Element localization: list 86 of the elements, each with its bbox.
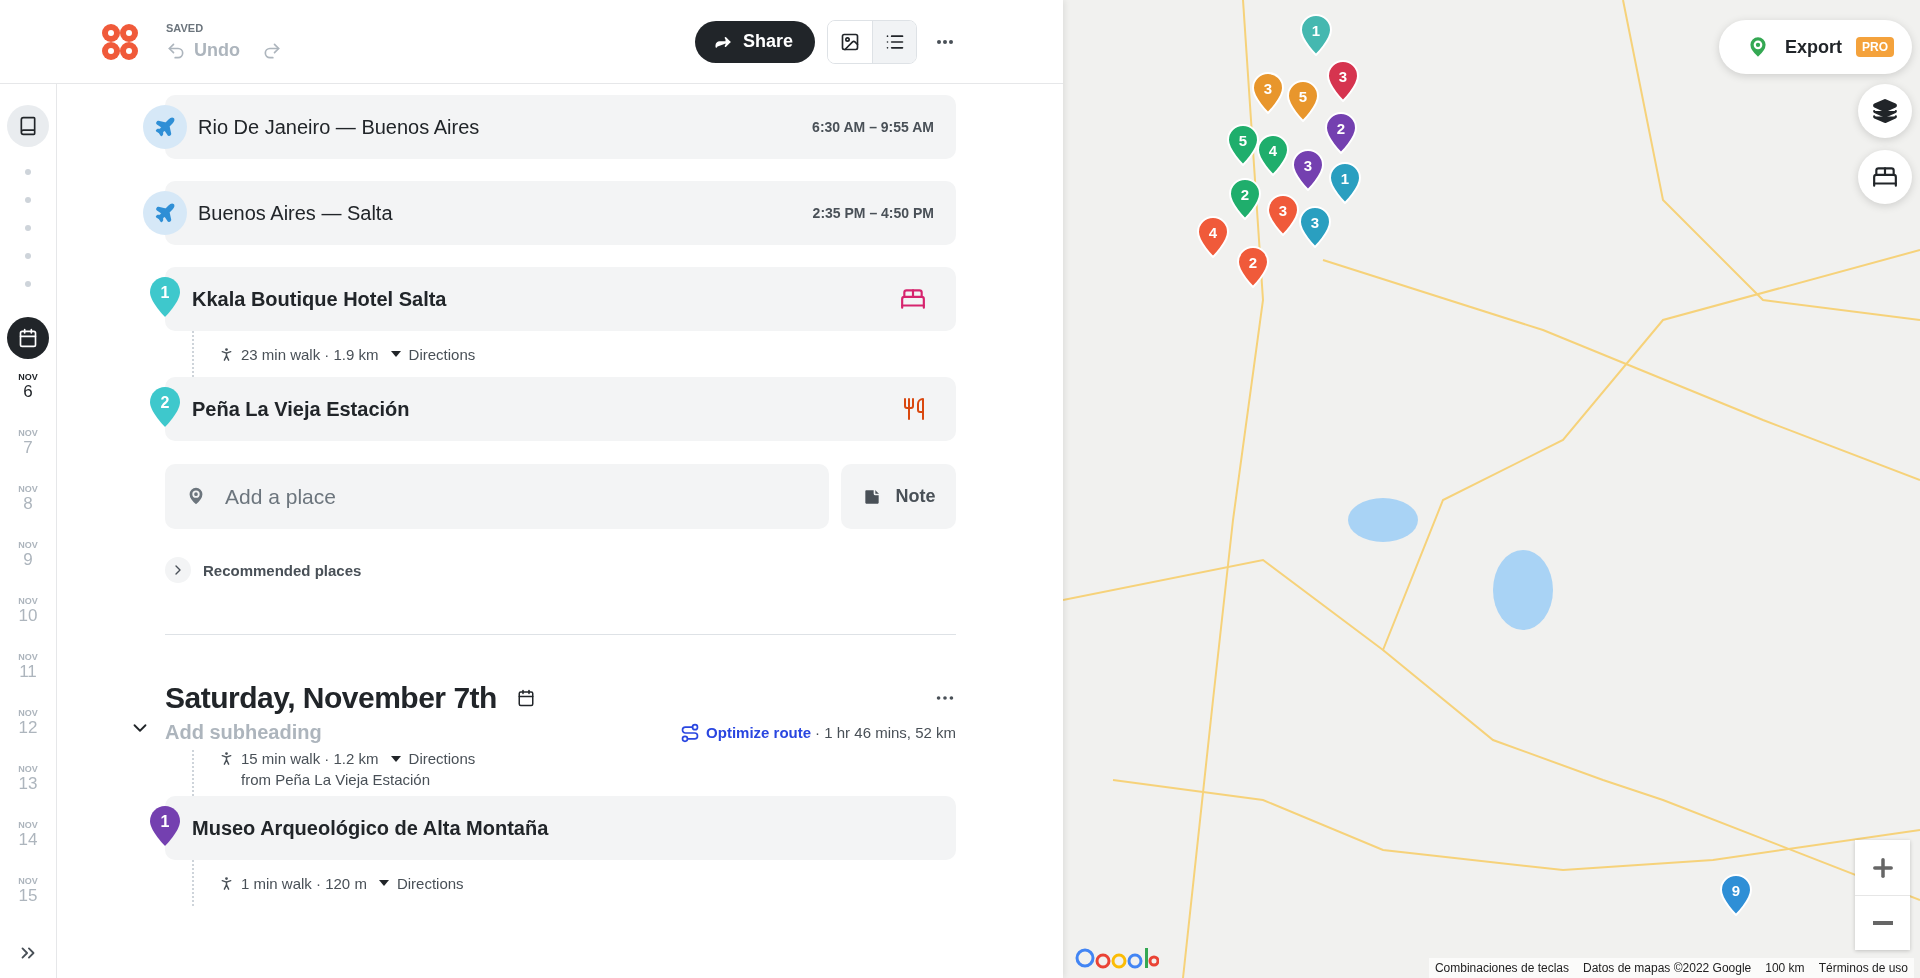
caret-icon [378, 880, 389, 886]
map-pin[interactable]: 3 [1327, 60, 1359, 102]
bed-icon [1872, 164, 1898, 190]
redo-icon [262, 40, 282, 61]
directions-link[interactable]: Directions [390, 345, 476, 363]
optimize-route-link[interactable]: Optimize route [680, 722, 812, 743]
day-link[interactable]: NOV 8 [8, 471, 48, 527]
map-pin[interactable]: 3 [1292, 149, 1324, 191]
day-title: Saturday, November 7th [165, 681, 497, 715]
pro-badge: PRO [1856, 37, 1894, 57]
caret-icon [390, 351, 401, 357]
more-icon [937, 39, 953, 44]
export-button[interactable]: Export PRO [1718, 20, 1912, 74]
layers-button[interactable] [1858, 84, 1912, 138]
day-link[interactable]: NOV 7 [8, 415, 48, 471]
undo-button[interactable]: Undo [166, 40, 240, 61]
flight-time: 2:35 PM – 4:50 PM [812, 205, 934, 221]
map-pin[interactable]: 5 [1287, 80, 1319, 122]
directions-link[interactable]: Directions [390, 750, 476, 767]
walk-origin: from Peña La Vieja Estación [241, 771, 431, 788]
calendar-icon[interactable] [7, 317, 49, 359]
logo-icon[interactable] [100, 21, 140, 62]
zoom-out-button[interactable] [1855, 895, 1910, 950]
save-status: SAVED [166, 22, 205, 34]
map-pin[interactable]: 1 [1300, 14, 1332, 56]
subheading-field[interactable]: Add subheading [165, 721, 425, 744]
map-pin[interactable]: 1 [1329, 162, 1361, 204]
map-attribution[interactable]: Términos de uso [1818, 961, 1908, 975]
day-link[interactable]: NOV 6 [8, 359, 48, 415]
map-pin[interactable]: 2 [1237, 246, 1269, 288]
day-link[interactable]: NOV 15 [8, 863, 48, 919]
flight-card[interactable]: Buenos Aires — Salta 2:35 PM – 4:50 PM [165, 181, 956, 245]
map-attribution[interactable]: Combinaciones de teclas [1434, 961, 1569, 975]
map-pin[interactable]: 9 [1720, 874, 1752, 916]
plane-icon [143, 191, 187, 235]
number-pin: 1 [150, 277, 180, 317]
day-link[interactable]: NOV 10 [8, 583, 48, 639]
flight-route: Buenos Aires — Salta [198, 201, 393, 225]
flight-card[interactable]: Rio De Janeiro — Buenos Aires 6:30 AM – 9:55 AM [165, 95, 956, 159]
number-pin: 1 [150, 806, 180, 846]
recommended-places-toggle[interactable]: Recommended places [165, 557, 956, 583]
zoom-in-button[interactable] [1855, 840, 1910, 895]
day-link[interactable]: NOV 9 [8, 527, 48, 583]
place-name: Peña La Vieja Estación [192, 397, 410, 421]
calendar-icon[interactable] [516, 689, 535, 707]
note-button[interactable]: Note [841, 464, 956, 529]
caret-icon [390, 755, 401, 762]
share-button[interactable]: Share [694, 20, 815, 63]
route-icon [680, 722, 701, 743]
map-pin[interactable]: 3 [1252, 72, 1284, 114]
flight-route: Rio De Janeiro — Buenos Aires [198, 115, 480, 139]
number-pin: 2 [150, 387, 180, 427]
map-pin[interactable]: 3 [1267, 194, 1299, 236]
undo-icon [166, 40, 186, 61]
day-link[interactable]: NOV 13 [8, 751, 48, 807]
map-attribution: 100 km [1765, 961, 1805, 975]
walk-info: 15 min walk · 1.2 km [241, 750, 379, 767]
plane-icon [143, 105, 187, 149]
day-link[interactable]: NOV 12 [8, 695, 48, 751]
flight-time: 6:30 AM – 9:55 AM [812, 119, 934, 135]
fork-knife-icon [902, 397, 926, 421]
day-link[interactable]: NOV 11 [8, 639, 48, 695]
lodging-button[interactable] [1858, 150, 1912, 204]
list-view-button[interactable] [872, 20, 916, 63]
map-pin[interactable]: 4 [1197, 216, 1229, 258]
map-placeholder[interactable]: 1 3 3 5 2 5 4 3 1 2 4 3 3 2 9 Export PRO Combinaciones de teclas Datos de mapas ©2022 Google 100 km Términos de uso [1063, 0, 1920, 978]
more-button[interactable] [937, 39, 953, 44]
chevron-right-icon [165, 557, 191, 583]
layers-icon [1872, 98, 1898, 124]
walk-info: 1 min walk · 120 m [241, 874, 367, 892]
walk-info: 23 min walk · 1.9 km [241, 345, 379, 363]
map-pin[interactable]: 2 [1325, 112, 1357, 154]
directions-link[interactable]: Directions [378, 874, 464, 892]
minus-icon [1872, 921, 1893, 925]
map-pin[interactable]: 3 [1299, 206, 1331, 248]
day-link[interactable]: NOV 14 [8, 807, 48, 863]
image-icon [840, 31, 860, 52]
place-name: Kkala Boutique Hotel Salta [192, 287, 447, 311]
map-pin[interactable]: 5 [1227, 124, 1259, 166]
add-place-field[interactable]: Add a place [165, 464, 829, 529]
place-name: Museo Arqueológico de Alta Montaña [192, 816, 549, 840]
map-pin[interactable]: 2 [1229, 178, 1261, 220]
map-attribution: Datos de mapas ©2022 Google [1583, 961, 1752, 975]
map-pin[interactable]: 4 [1257, 134, 1289, 176]
route-summary: · 1 hr 46 mins, 52 km [815, 724, 956, 741]
bed-icon [900, 286, 926, 312]
